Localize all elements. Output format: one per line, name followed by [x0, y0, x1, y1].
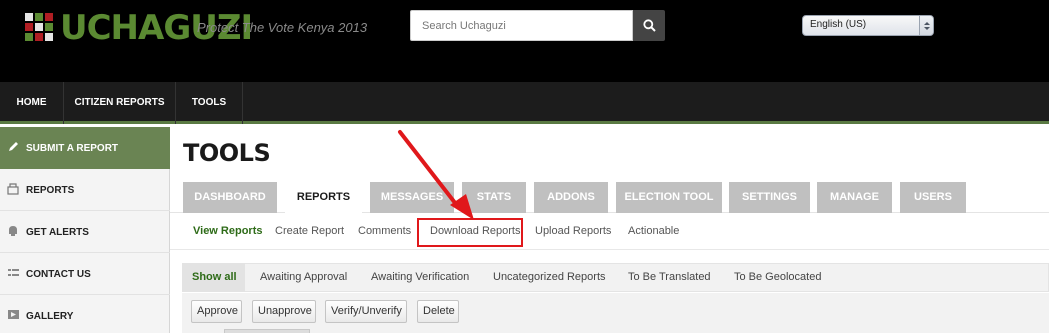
alerts-icon — [9, 226, 17, 236]
subtab-comments[interactable]: Comments — [358, 225, 411, 237]
search-button[interactable] — [633, 10, 665, 41]
sidebar-item-submit-report[interactable]: SUBMIT A REPORT — [0, 127, 170, 169]
nav-item-citizen-reports[interactable]: CITIZEN REPORTS — [64, 82, 176, 124]
approve-button[interactable]: Approve — [191, 300, 242, 323]
language-selected-value: English (US) — [810, 19, 867, 30]
filter-uncategorized-reports[interactable]: Uncategorized Reports — [493, 271, 606, 283]
main-nav: HOME CITIZEN REPORTS TOOLS — [0, 82, 1049, 124]
gallery-icon — [8, 310, 19, 319]
tab-messages[interactable]: MESSAGES — [370, 182, 454, 213]
tab-reports[interactable]: REPORTS — [285, 182, 362, 213]
logo-icon — [25, 13, 53, 41]
tab-addons[interactable]: ADDONS — [534, 182, 608, 213]
subtab-create-report[interactable]: Create Report — [275, 225, 344, 237]
top-header: UCHAGUZI Protect The Vote Kenya 2013 Eng… — [0, 0, 1049, 82]
nav-item-label: CITIZEN REPORTS — [74, 97, 165, 108]
search-input[interactable] — [410, 10, 633, 41]
verify-unverify-button[interactable]: Verify/Unverify — [325, 300, 407, 323]
sidebar-item-gallery[interactable]: GALLERY — [0, 295, 170, 333]
tab-dashboard[interactable]: DASHBOARD — [183, 182, 277, 213]
sidebar-item-reports[interactable]: REPORTS — [0, 169, 170, 211]
select-all-control[interactable] — [224, 329, 310, 333]
tab-stats[interactable]: STATS — [462, 182, 526, 213]
delete-button[interactable]: Delete — [417, 300, 459, 323]
language-select[interactable]: English (US) — [802, 15, 934, 36]
page-title: TOOLS — [183, 139, 271, 167]
site-tagline: Protect The Vote Kenya 2013 — [197, 20, 368, 35]
sidebar: SUBMIT A REPORT REPORTS GET ALERTS CONTA… — [0, 127, 170, 333]
contact-icon — [8, 269, 19, 276]
sidebar-item-contact-us[interactable]: CONTACT US — [0, 253, 170, 295]
subtab-actionable[interactable]: Actionable — [628, 225, 679, 237]
filter-awaiting-verification[interactable]: Awaiting Verification — [371, 271, 469, 283]
filter-show-all[interactable]: Show all — [192, 271, 237, 283]
nav-item-tools[interactable]: TOOLS — [176, 82, 243, 124]
subtab-view-reports[interactable]: View Reports — [193, 225, 263, 237]
nav-item-home[interactable]: HOME — [0, 82, 64, 124]
pencil-icon — [9, 142, 18, 151]
nav-item-label: TOOLS — [191, 97, 227, 108]
reports-icon — [7, 183, 19, 195]
tab-election-tool[interactable]: ELECTION TOOL — [616, 182, 722, 213]
filter-awaiting-approval[interactable]: Awaiting Approval — [260, 271, 347, 283]
search-icon — [642, 19, 656, 32]
select-arrows-icon — [919, 16, 933, 35]
sidebar-item-label: REPORTS — [26, 185, 75, 196]
tab-users[interactable]: USERS — [900, 182, 966, 213]
filter-to-be-translated[interactable]: To Be Translated — [628, 271, 711, 283]
download-reports-highlight — [417, 218, 523, 247]
filter-to-be-geolocated[interactable]: To Be Geolocated — [734, 271, 821, 283]
unapprove-button[interactable]: Unapprove — [252, 300, 316, 323]
nav-item-label: HOME — [16, 97, 47, 108]
sidebar-item-get-alerts[interactable]: GET ALERTS — [0, 211, 170, 253]
subtab-upload-reports[interactable]: Upload Reports — [535, 225, 611, 237]
sidebar-item-label: GET ALERTS — [26, 227, 89, 238]
sidebar-item-label: CONTACT US — [26, 269, 91, 280]
sidebar-item-label: GALLERY — [26, 311, 74, 322]
tab-settings[interactable]: SETTINGS — [729, 182, 810, 213]
tab-manage[interactable]: MANAGE — [817, 182, 892, 213]
sidebar-item-label: SUBMIT A REPORT — [26, 143, 119, 154]
